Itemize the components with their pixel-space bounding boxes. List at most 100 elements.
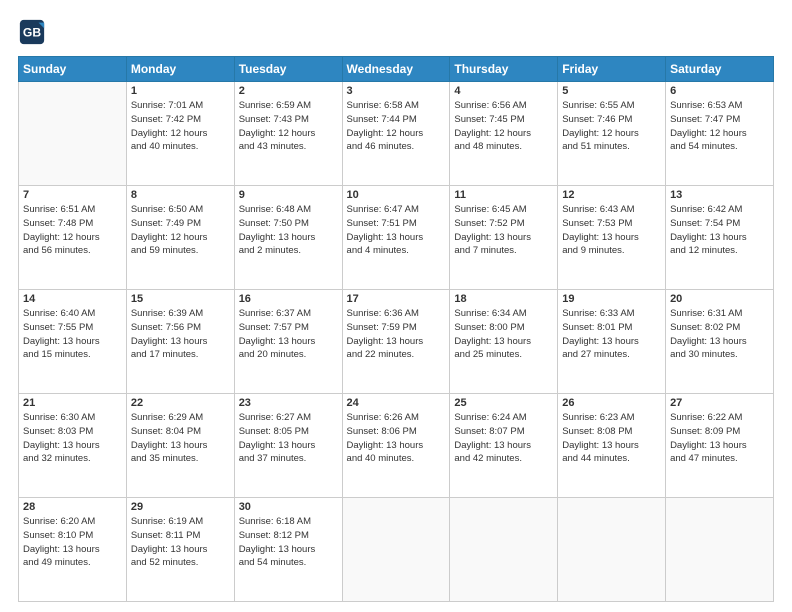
day-header-sunday: Sunday [19,57,127,82]
day-cell: 22 Sunrise: 6:29 AMSunset: 8:04 PMDayligh… [126,394,234,498]
day-info: Sunrise: 6:31 AMSunset: 8:02 PMDaylight:… [670,307,769,362]
day-info: Sunrise: 6:29 AMSunset: 8:04 PMDaylight:… [131,411,230,466]
day-number: 19 [562,293,661,305]
day-info: Sunrise: 6:40 AMSunset: 7:55 PMDaylight:… [23,307,122,362]
week-row-5: 28Sunrise: 6:20 AMSunset: 8:10 PMDayligh… [19,498,774,602]
day-cell: 9 Sunrise: 6:48 AMSunset: 7:50 PMDaylight… [234,186,342,290]
day-header-monday: Monday [126,57,234,82]
header-row: SundayMondayTuesdayWednesdayThursdayFrid… [19,57,774,82]
day-info: Sunrise: 6:39 AMSunset: 7:56 PMDaylight:… [131,307,230,362]
day-cell: 30 Sunrise: 6:18 AMSunset: 8:12 PMDayligh… [234,498,342,602]
day-cell: 25Sunrise: 6:24 AMSunset: 8:07 PMDayligh… [450,394,558,498]
day-cell: 27 Sunrise: 6:22 AMSunset: 8:09 PMDayligh… [666,394,774,498]
week-row-3: 14 Sunrise: 6:40 AMSunset: 7:55 PMDayligh… [19,290,774,394]
day-cell: 29 Sunrise: 6:19 AMSunset: 8:11 PMDayligh… [126,498,234,602]
day-number: 14 [23,293,122,305]
day-header-friday: Friday [558,57,666,82]
day-number: 4 [454,85,553,97]
day-cell: 18 Sunrise: 6:34 AMSunset: 8:00 PMDayligh… [450,290,558,394]
day-number: 1 [131,85,230,97]
day-number: 20 [670,293,769,305]
day-number: 15 [131,293,230,305]
day-number: 8 [131,189,230,201]
calendar-table: SundayMondayTuesdayWednesdayThursdayFrid… [18,56,774,602]
day-cell: 2Sunrise: 6:59 AMSunset: 7:43 PMDaylight… [234,82,342,186]
day-number: 25 [454,397,553,409]
day-header-thursday: Thursday [450,57,558,82]
page: GB SundayMondayTuesdayWednesdayThursdayF… [0,0,792,612]
day-cell: 12 Sunrise: 6:43 AMSunset: 7:53 PMDayligh… [558,186,666,290]
day-number: 3 [347,85,446,97]
day-info: Sunrise: 6:58 AMSunset: 7:44 PMDaylight:… [347,99,446,154]
day-info: Sunrise: 6:20 AMSunset: 8:10 PMDaylight:… [23,515,122,570]
day-number: 10 [347,189,446,201]
day-number: 7 [23,189,122,201]
week-row-4: 21 Sunrise: 6:30 AMSunset: 8:03 PMDayligh… [19,394,774,498]
day-cell: 11 Sunrise: 6:45 AMSunset: 7:52 PMDayligh… [450,186,558,290]
day-cell [450,498,558,602]
day-info: Sunrise: 6:47 AMSunset: 7:51 PMDaylight:… [347,203,446,258]
day-cell [666,498,774,602]
day-info: Sunrise: 6:19 AMSunset: 8:11 PMDaylight:… [131,515,230,570]
day-number: 26 [562,397,661,409]
day-cell: 28Sunrise: 6:20 AMSunset: 8:10 PMDayligh… [19,498,127,602]
day-cell: 16 Sunrise: 6:37 AMSunset: 7:57 PMDayligh… [234,290,342,394]
day-cell: 15 Sunrise: 6:39 AMSunset: 7:56 PMDayligh… [126,290,234,394]
day-number: 23 [239,397,338,409]
day-info: Sunrise: 6:55 AMSunset: 7:46 PMDaylight:… [562,99,661,154]
week-row-1: 1 Sunrise: 7:01 AMSunset: 7:42 PMDaylight… [19,82,774,186]
header: GB [18,18,774,46]
day-number: 16 [239,293,338,305]
day-header-wednesday: Wednesday [342,57,450,82]
day-info: Sunrise: 6:18 AMSunset: 8:12 PMDaylight:… [239,515,338,570]
day-number: 2 [239,85,338,97]
day-number: 9 [239,189,338,201]
day-header-saturday: Saturday [666,57,774,82]
calendar-header: SundayMondayTuesdayWednesdayThursdayFrid… [19,57,774,82]
day-cell: 8 Sunrise: 6:50 AMSunset: 7:49 PMDaylight… [126,186,234,290]
day-info: Sunrise: 6:27 AMSunset: 8:05 PMDaylight:… [239,411,338,466]
svg-text:GB: GB [23,26,41,40]
day-info: Sunrise: 6:33 AMSunset: 8:01 PMDaylight:… [562,307,661,362]
day-cell [19,82,127,186]
day-info: Sunrise: 6:34 AMSunset: 8:00 PMDaylight:… [454,307,553,362]
day-number: 6 [670,85,769,97]
day-number: 21 [23,397,122,409]
day-number: 22 [131,397,230,409]
day-cell: 7Sunrise: 6:51 AMSunset: 7:48 PMDaylight… [19,186,127,290]
day-info: Sunrise: 6:45 AMSunset: 7:52 PMDaylight:… [454,203,553,258]
day-cell: 6Sunrise: 6:53 AMSunset: 7:47 PMDaylight… [666,82,774,186]
logo: GB [18,18,50,46]
day-info: Sunrise: 6:37 AMSunset: 7:57 PMDaylight:… [239,307,338,362]
day-cell: 26Sunrise: 6:23 AMSunset: 8:08 PMDayligh… [558,394,666,498]
day-cell: 23 Sunrise: 6:27 AMSunset: 8:05 PMDayligh… [234,394,342,498]
day-info: Sunrise: 6:50 AMSunset: 7:49 PMDaylight:… [131,203,230,258]
day-cell: 17Sunrise: 6:36 AMSunset: 7:59 PMDayligh… [342,290,450,394]
day-cell: 20 Sunrise: 6:31 AMSunset: 8:02 PMDayligh… [666,290,774,394]
day-cell: 19 Sunrise: 6:33 AMSunset: 8:01 PMDayligh… [558,290,666,394]
day-number: 11 [454,189,553,201]
day-number: 12 [562,189,661,201]
day-number: 27 [670,397,769,409]
day-number: 18 [454,293,553,305]
day-cell: 5Sunrise: 6:55 AMSunset: 7:46 PMDaylight… [558,82,666,186]
day-number: 30 [239,501,338,513]
day-info: Sunrise: 7:01 AMSunset: 7:42 PMDaylight:… [131,99,230,154]
day-info: Sunrise: 6:56 AMSunset: 7:45 PMDaylight:… [454,99,553,154]
day-info: Sunrise: 6:30 AMSunset: 8:03 PMDaylight:… [23,411,122,466]
day-cell: 13Sunrise: 6:42 AMSunset: 7:54 PMDayligh… [666,186,774,290]
day-info: Sunrise: 6:36 AMSunset: 7:59 PMDaylight:… [347,307,446,362]
day-cell: 14 Sunrise: 6:40 AMSunset: 7:55 PMDayligh… [19,290,127,394]
day-info: Sunrise: 6:42 AMSunset: 7:54 PMDaylight:… [670,203,769,258]
logo-icon: GB [18,18,46,46]
day-info: Sunrise: 6:43 AMSunset: 7:53 PMDaylight:… [562,203,661,258]
day-number: 29 [131,501,230,513]
day-info: Sunrise: 6:48 AMSunset: 7:50 PMDaylight:… [239,203,338,258]
day-cell: 1 Sunrise: 7:01 AMSunset: 7:42 PMDaylight… [126,82,234,186]
day-cell [558,498,666,602]
day-number: 24 [347,397,446,409]
week-row-2: 7Sunrise: 6:51 AMSunset: 7:48 PMDaylight… [19,186,774,290]
day-info: Sunrise: 6:22 AMSunset: 8:09 PMDaylight:… [670,411,769,466]
day-cell: 3 Sunrise: 6:58 AMSunset: 7:44 PMDaylight… [342,82,450,186]
day-cell: 10 Sunrise: 6:47 AMSunset: 7:51 PMDayligh… [342,186,450,290]
